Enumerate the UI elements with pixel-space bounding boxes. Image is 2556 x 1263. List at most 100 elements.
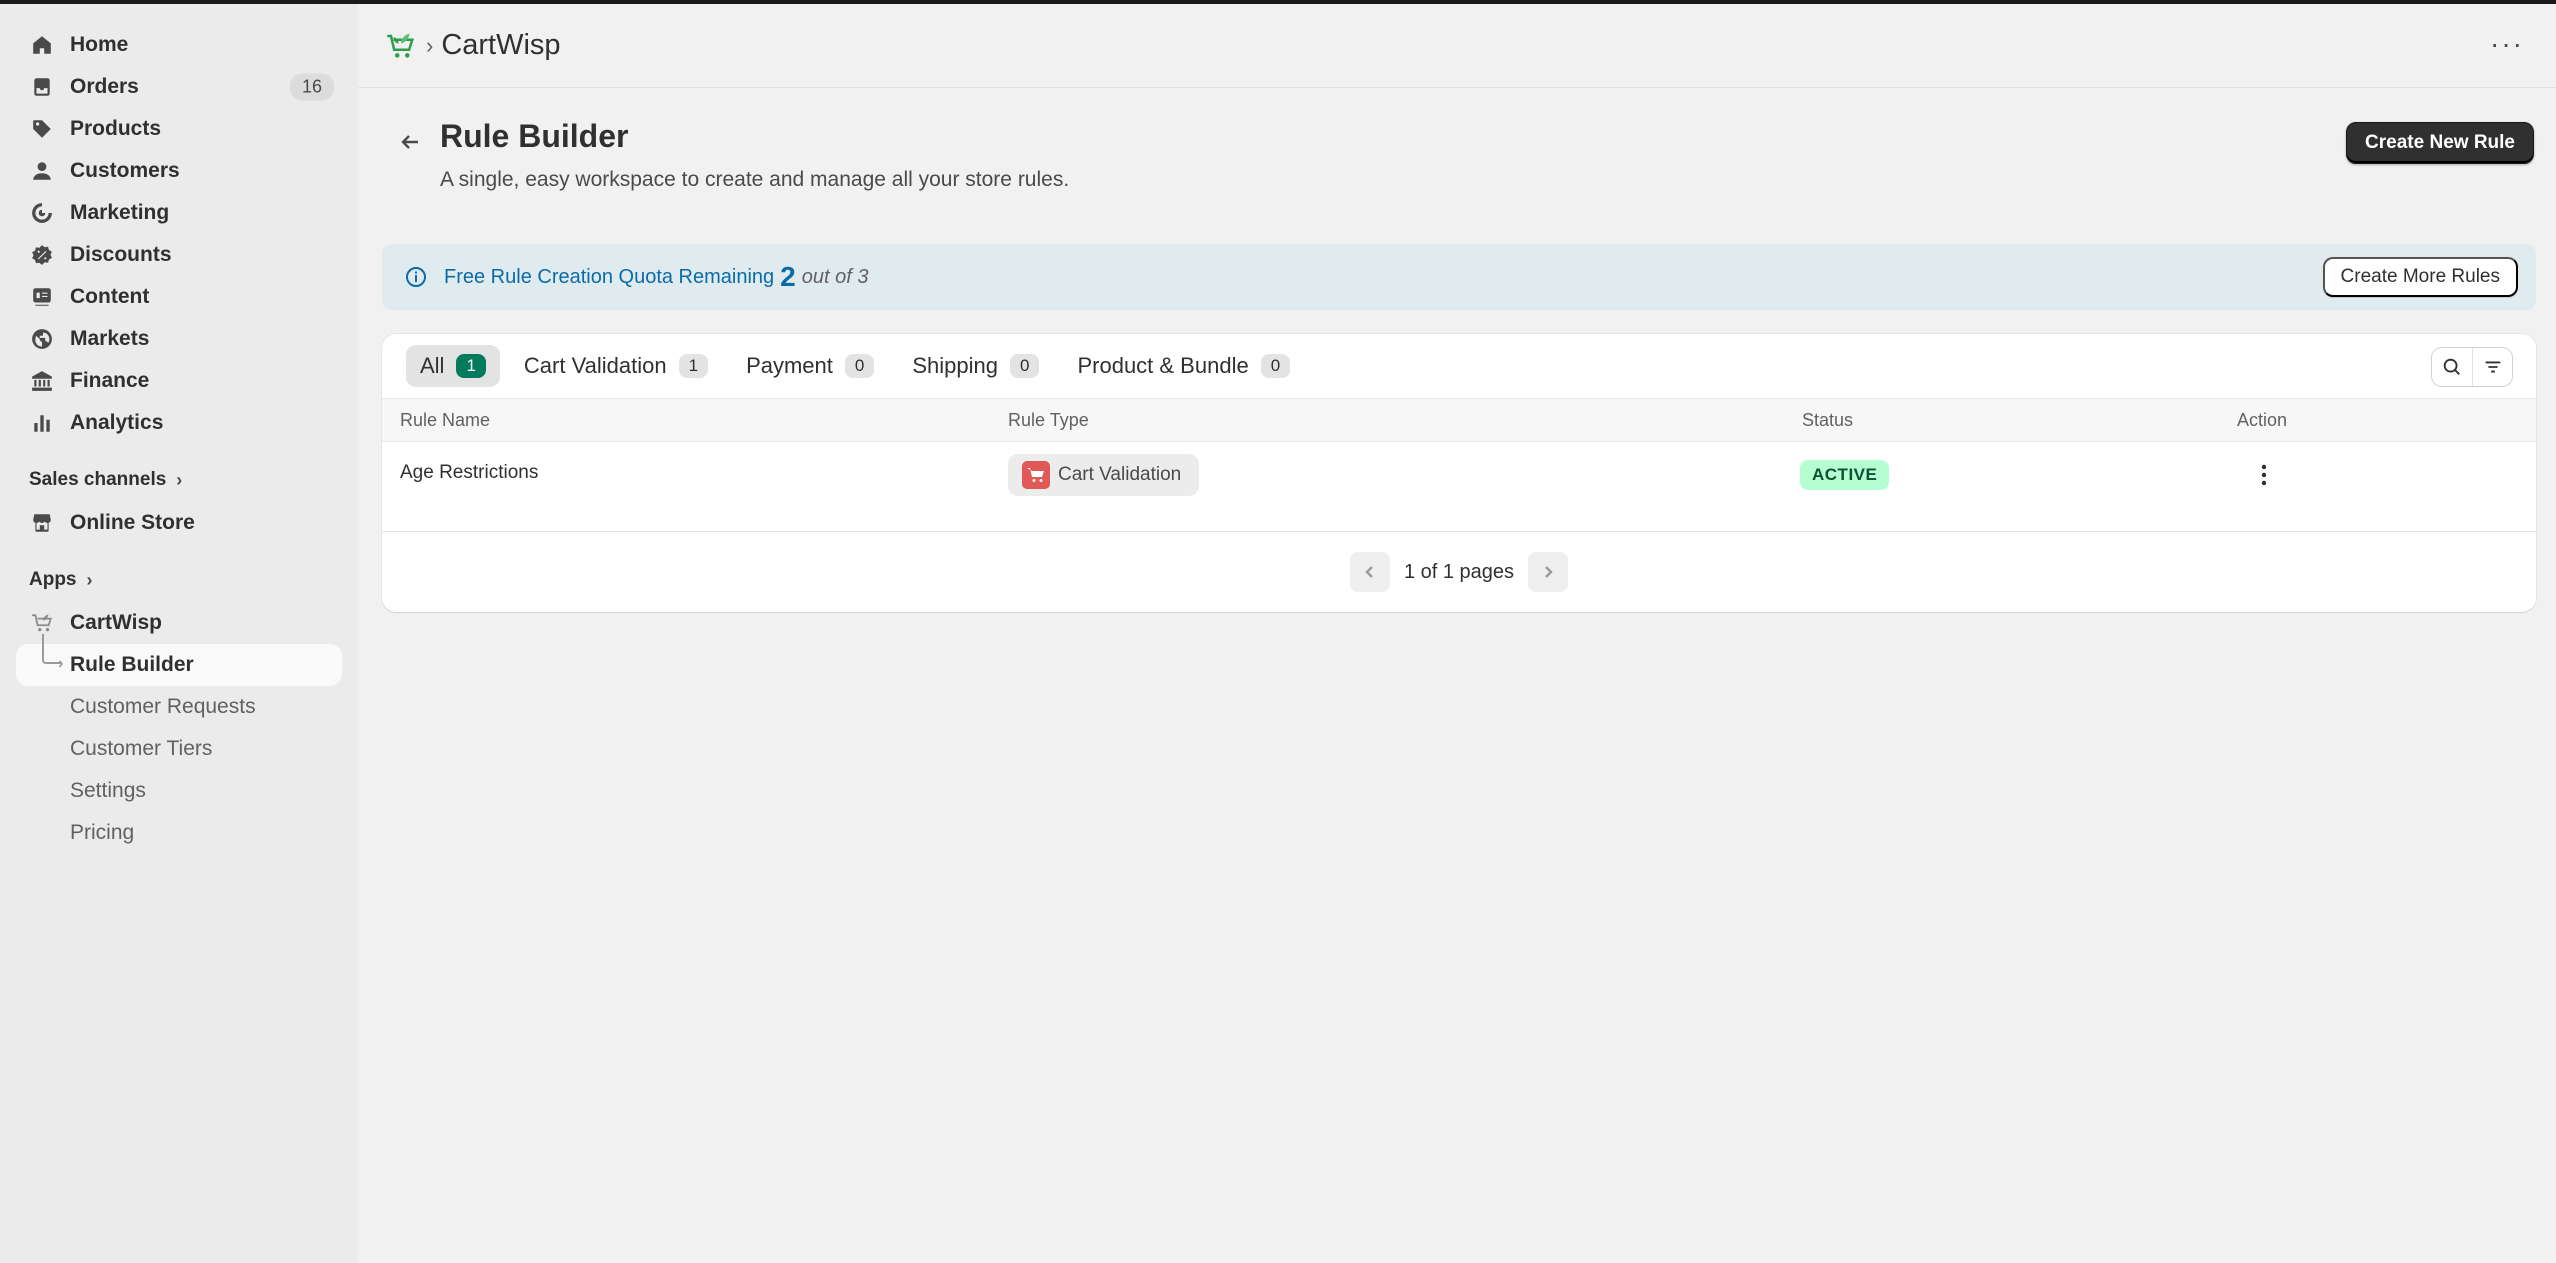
chevron-right-icon: › bbox=[176, 469, 183, 490]
tab-label: Product & Bundle bbox=[1077, 353, 1249, 378]
tab-count-badge: 0 bbox=[1260, 354, 1291, 378]
main-content: › CartWisp ··· Rule Builder A single, ea… bbox=[358, 4, 2556, 1263]
more-options-icon[interactable]: ··· bbox=[2490, 30, 2524, 58]
rule-type-chip: Cart Validation bbox=[1008, 454, 1200, 496]
quota-banner: Free Rule Creation Quota Remaining 2 out… bbox=[382, 244, 2536, 310]
table-tools bbox=[2432, 348, 2512, 386]
sidebar-item-label: Customer Tiers bbox=[70, 737, 213, 760]
sidebar: Home Orders 16 Products Customers Market… bbox=[0, 4, 358, 1263]
sidebar-item-online-store[interactable]: Online Store bbox=[16, 502, 342, 544]
tab-shipping[interactable]: Shipping 0 bbox=[898, 345, 1053, 387]
bank-icon bbox=[30, 369, 54, 393]
chevron-right-icon: › bbox=[86, 569, 93, 590]
create-new-rule-button[interactable]: Create New Rule bbox=[2346, 122, 2534, 164]
cart-icon bbox=[1022, 461, 1050, 489]
sidebar-item-label: Finance bbox=[70, 369, 150, 392]
sales-channels-header[interactable]: Sales channels › bbox=[29, 464, 342, 496]
column-header-status: Status bbox=[1802, 410, 1854, 430]
sidebar-subitem-settings[interactable]: Settings bbox=[16, 770, 342, 812]
filter-icon[interactable] bbox=[2472, 348, 2512, 386]
status-badge: ACTIVE bbox=[1800, 460, 1890, 490]
sidebar-subitem-customer-requests[interactable]: Customer Requests bbox=[16, 686, 342, 728]
create-more-rules-button[interactable]: Create More Rules bbox=[2322, 257, 2518, 297]
page-title: Rule Builder bbox=[440, 118, 629, 154]
cartwisp-logo-icon bbox=[30, 611, 54, 635]
pagination-text: 1 of 1 pages bbox=[1403, 560, 1515, 583]
sidebar-item-label: Orders bbox=[70, 75, 139, 98]
sidebar-item-label: Analytics bbox=[70, 411, 164, 434]
tab-label: All bbox=[420, 353, 445, 378]
back-arrow-icon[interactable] bbox=[392, 124, 428, 160]
target-icon bbox=[30, 201, 54, 225]
rule-type-label: Cart Validation bbox=[1058, 464, 1182, 485]
orders-count-badge: 16 bbox=[289, 73, 334, 101]
quota-text: Free Rule Creation Quota Remaining bbox=[444, 265, 775, 288]
sidebar-item-label: Discounts bbox=[70, 243, 172, 266]
sidebar-item-label: Marketing bbox=[70, 201, 170, 224]
sidebar-item-customers[interactable]: Customers bbox=[16, 150, 342, 192]
rule-name-cell: Age Restrictions bbox=[400, 462, 539, 483]
sidebar-item-home[interactable]: Home bbox=[16, 24, 342, 66]
tab-count-badge: 0 bbox=[1010, 354, 1040, 378]
sidebar-subitem-pricing[interactable]: Pricing bbox=[16, 812, 342, 854]
info-icon bbox=[404, 265, 428, 289]
sidebar-item-label: CartWisp bbox=[70, 611, 162, 634]
sidebar-subitem-rule-builder[interactable]: › Rule Builder bbox=[16, 634, 342, 686]
sidebar-item-products[interactable]: Products bbox=[16, 108, 342, 150]
tab-label: Shipping bbox=[912, 353, 998, 378]
column-header-rule-type: Rule Type bbox=[1008, 410, 1089, 430]
sidebar-item-finance[interactable]: Finance bbox=[16, 360, 342, 402]
home-icon bbox=[30, 33, 54, 57]
tab-cart-validation[interactable]: Cart Validation 1 bbox=[510, 345, 722, 387]
table-header: Rule Name Rule Type Status Action bbox=[382, 398, 2536, 442]
sidebar-item-markets[interactable]: Markets bbox=[16, 318, 342, 360]
sidebar-item-label: Customers bbox=[70, 159, 180, 182]
sidebar-item-label: Content bbox=[70, 285, 150, 308]
orders-icon bbox=[30, 75, 54, 99]
chevron-left-icon[interactable] bbox=[1349, 552, 1390, 592]
search-icon[interactable] bbox=[2432, 348, 2472, 386]
sidebar-item-label: Rule Builder bbox=[70, 653, 194, 676]
apps-header[interactable]: Apps › bbox=[29, 564, 342, 596]
sidebar-item-analytics[interactable]: Analytics bbox=[16, 402, 342, 444]
sidebar-item-label: Products bbox=[70, 117, 162, 140]
person-icon bbox=[30, 159, 54, 183]
globe-icon bbox=[30, 327, 54, 351]
content-icon bbox=[30, 285, 54, 309]
sidebar-subitem-customer-tiers[interactable]: Customer Tiers bbox=[16, 728, 342, 770]
sales-channels-label: Sales channels bbox=[29, 469, 167, 490]
app-title: CartWisp bbox=[441, 29, 561, 61]
sidebar-item-marketing[interactable]: Marketing bbox=[16, 192, 342, 234]
sidebar-item-label: Home bbox=[70, 33, 129, 56]
breadcrumb-separator-icon: › bbox=[426, 32, 434, 58]
sidebar-item-label: Settings bbox=[70, 779, 146, 802]
table-row[interactable]: Age Restrictions Cart Validation ACTIVE bbox=[382, 442, 2536, 532]
page-header: Rule Builder A single, easy workspace to… bbox=[358, 88, 2556, 238]
bar-chart-icon bbox=[30, 411, 54, 435]
tab-label: Cart Validation bbox=[523, 353, 667, 378]
quota-total: out of 3 bbox=[801, 265, 869, 288]
app-header: › CartWisp ··· bbox=[358, 4, 2556, 88]
arrow-right-icon: › bbox=[58, 655, 64, 672]
sidebar-item-label: Customer Requests bbox=[70, 695, 256, 718]
tab-all[interactable]: All 1 bbox=[406, 345, 500, 387]
column-header-action: Action bbox=[2237, 410, 2288, 430]
rules-card: All 1 Cart Validation 1 Payment 0 Shippi… bbox=[382, 334, 2536, 612]
column-header-rule-name: Rule Name bbox=[400, 410, 491, 430]
tab-product-bundle[interactable]: Product & Bundle 0 bbox=[1063, 345, 1304, 387]
apps-label: Apps bbox=[29, 569, 77, 590]
vertical-dots-icon[interactable] bbox=[2249, 460, 2279, 490]
sidebar-item-label: Pricing bbox=[70, 821, 135, 844]
sidebar-item-content[interactable]: Content bbox=[16, 276, 342, 318]
sidebar-item-label: Markets bbox=[70, 327, 150, 350]
rule-type-tabs: All 1 Cart Validation 1 Payment 0 Shippi… bbox=[382, 334, 2536, 398]
store-icon bbox=[30, 511, 54, 535]
tab-count-badge: 0 bbox=[844, 354, 875, 378]
chevron-right-icon[interactable] bbox=[1528, 552, 1569, 592]
sidebar-item-discounts[interactable]: Discounts bbox=[16, 234, 342, 276]
tab-payment[interactable]: Payment 0 bbox=[732, 345, 888, 387]
sidebar-item-orders[interactable]: Orders 16 bbox=[16, 66, 342, 108]
sidebar-item-cartwisp[interactable]: CartWisp bbox=[16, 602, 342, 644]
tab-label: Payment bbox=[746, 353, 833, 378]
sidebar-item-label: Online Store bbox=[70, 511, 195, 534]
